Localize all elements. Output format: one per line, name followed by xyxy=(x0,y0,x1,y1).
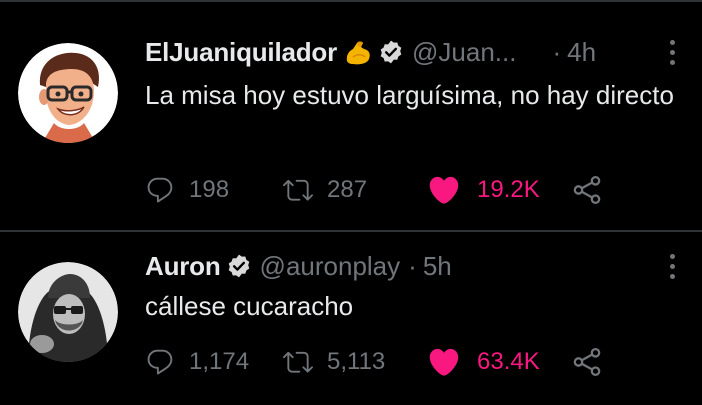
share-button[interactable] xyxy=(570,342,604,382)
avatar-cartoon-image xyxy=(18,43,118,143)
reply-count: 1,174 xyxy=(189,348,250,375)
tweet-header: ElJuaniquilador @Juan... · 4h xyxy=(145,32,596,72)
display-name[interactable]: ElJuaniquilador xyxy=(145,37,337,68)
flexed-biceps-icon xyxy=(343,37,373,67)
tweet-text: cállese cucaracho xyxy=(145,291,354,321)
reply-button[interactable]: 198 xyxy=(145,170,229,210)
heart-filled-icon xyxy=(427,345,461,379)
verified-badge-icon xyxy=(226,253,252,279)
action-bar: 1,174 5,113 63.4K xyxy=(145,342,615,382)
reply-button[interactable]: 1,174 xyxy=(145,342,249,382)
avatar[interactable] xyxy=(18,43,118,143)
retweet-arrows-icon xyxy=(283,175,313,205)
tweet-text: La misa hoy estuvo larguísima, no hay di… xyxy=(145,80,674,110)
separator-dot: · xyxy=(408,250,417,281)
retweet-count: 5,113 xyxy=(327,348,386,375)
handle[interactable]: @Juan... xyxy=(412,37,516,68)
heart-filled-icon xyxy=(427,173,461,207)
display-name[interactable]: Auron xyxy=(145,251,221,282)
tweet[interactable]: ElJuaniquilador @Juan... · 4h La misa ho… xyxy=(0,2,702,230)
like-count: 63.4K xyxy=(477,348,540,375)
retweet-count: 287 xyxy=(327,176,368,203)
more-options-icon[interactable] xyxy=(668,40,676,65)
timestamp[interactable]: 5h xyxy=(423,251,452,282)
avatar-photo-image xyxy=(18,262,118,362)
speech-bubble-icon xyxy=(145,347,175,377)
share-icon xyxy=(570,173,604,207)
share-icon xyxy=(570,345,604,379)
like-button[interactable]: 19.2K xyxy=(427,170,540,210)
avatar[interactable] xyxy=(18,262,118,362)
tweet[interactable]: Auron @auronplay · 5h cállese cucaracho … xyxy=(0,232,702,405)
like-count: 19.2K xyxy=(477,176,540,203)
speech-bubble-icon xyxy=(145,175,175,205)
retweet-button[interactable]: 287 xyxy=(283,170,367,210)
like-button[interactable]: 63.4K xyxy=(427,342,540,382)
timestamp[interactable]: 4h xyxy=(567,37,596,68)
separator-dot: · xyxy=(552,36,562,67)
action-bar: 198 287 19.2K xyxy=(145,170,615,210)
reply-count: 198 xyxy=(189,176,230,203)
handle[interactable]: @auronplay xyxy=(260,251,401,282)
share-button[interactable] xyxy=(570,170,604,210)
verified-badge-icon xyxy=(378,39,404,65)
more-options-icon[interactable] xyxy=(668,254,676,279)
retweet-button[interactable]: 5,113 xyxy=(283,342,385,382)
retweet-arrows-icon xyxy=(283,347,313,377)
tweet-header: Auron @auronplay · 5h xyxy=(145,246,452,286)
